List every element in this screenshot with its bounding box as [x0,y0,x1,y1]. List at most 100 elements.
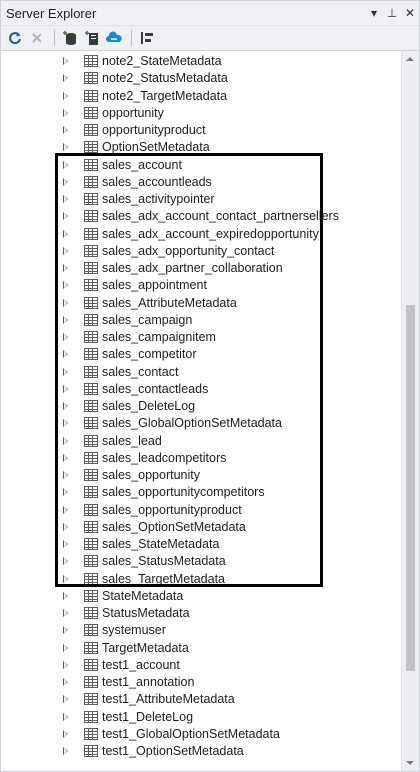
expand-arrow-icon[interactable] [63,678,68,686]
tree-node[interactable]: sales_lead [1,433,402,450]
tree-node[interactable]: sales_GlobalOptionSetMetadata [1,415,402,432]
tree-node[interactable]: sales_leadcompetitors [1,450,402,467]
expand-arrow-icon[interactable] [63,402,68,410]
scroll-down-arrow-icon[interactable] [406,761,414,765]
tree-node[interactable]: test1_DeleteLog [1,709,402,726]
expand-arrow-icon[interactable] [63,177,68,186]
expand-arrow-icon[interactable] [63,298,68,307]
tree-node[interactable]: sales_OptionSetMetadata [1,519,402,536]
expand-arrow-icon[interactable] [63,695,68,704]
tree-node[interactable]: StateMetadata [1,588,402,605]
expand-arrow-icon[interactable] [63,591,68,600]
tree-node[interactable]: systemuser [1,622,402,639]
scroll-thumb[interactable] [406,305,415,671]
tree-node[interactable]: test1_AttributeMetadata [1,691,402,708]
close-button[interactable]: ✕ [401,3,419,23]
expand-arrow-icon[interactable] [63,747,68,755]
refresh-icon[interactable] [5,28,25,48]
expand-arrow-icon[interactable] [63,264,68,272]
expand-arrow-icon[interactable] [63,419,68,428]
expand-arrow-icon[interactable] [63,367,68,376]
tree-node[interactable]: test1_OptionSetMetadata [1,743,402,760]
tree-node[interactable]: sales_opportunity [1,467,402,484]
connect-server-icon[interactable] [82,28,102,48]
tree-node[interactable]: opportunity [1,105,402,122]
tree-node[interactable]: TargetMetadata [1,640,402,657]
tree-node[interactable]: sales_DeleteLog [1,398,402,415]
table-icon [84,279,98,292]
expand-arrow-icon[interactable] [63,212,68,221]
expand-arrow-icon[interactable] [63,229,68,238]
expand-arrow-icon[interactable] [63,246,68,255]
tree-node[interactable]: sales_StatusMetadata [1,553,402,570]
properties-icon[interactable] [137,28,157,48]
tree-node-label: sales_opportunityproduct [102,502,242,517]
window-menu-button[interactable]: ▾ [365,3,383,23]
tree-node[interactable]: note2_TargetMetadata [1,88,402,105]
expand-arrow-icon[interactable] [63,281,68,290]
expand-arrow-icon[interactable] [63,609,68,617]
tree-node[interactable]: sales_AttributeMetadata [1,295,402,312]
tree-node[interactable]: sales_contactleads [1,381,402,398]
expand-arrow-icon[interactable] [63,712,68,721]
tree-node[interactable]: sales_opportunityproduct [1,502,402,519]
expand-arrow-icon[interactable] [63,540,68,548]
tree-node[interactable]: sales_adx_partner_collaboration [1,260,402,277]
tree-node[interactable]: sales_competitor [1,346,402,363]
expand-arrow-icon[interactable] [63,333,68,341]
expand-arrow-icon[interactable] [63,453,68,462]
tree-node[interactable]: StatusMetadata [1,605,402,622]
expand-arrow-icon[interactable] [63,488,68,497]
expand-arrow-icon[interactable] [63,729,68,738]
tree-node[interactable]: sales_adx_account_contact_partnersellers [1,208,402,225]
expand-arrow-icon[interactable] [63,471,68,479]
expand-arrow-icon[interactable] [63,126,68,134]
tree-node[interactable]: sales_account [1,157,402,174]
expand-arrow-icon[interactable] [63,91,68,100]
tree-node[interactable]: sales_accountleads [1,174,402,191]
tree-node[interactable]: sales_campaignitem [1,329,402,346]
tree-node[interactable]: sales_appointment [1,277,402,294]
tree-node[interactable]: sales_contact [1,364,402,381]
tree-node[interactable]: sales_TargetMetadata [1,571,402,588]
tree-node[interactable]: note2_StatusMetadata [1,70,402,87]
scroll-up-arrow-icon[interactable] [406,57,414,61]
expand-arrow-icon[interactable] [63,574,68,583]
expand-arrow-icon[interactable] [63,315,68,324]
tree-node[interactable]: test1_annotation [1,674,402,691]
expand-arrow-icon[interactable] [63,505,68,514]
table-icon [84,624,98,637]
tree-node[interactable]: sales_campaign [1,312,402,329]
expand-arrow-icon[interactable] [63,160,68,169]
expand-arrow-icon[interactable] [63,57,68,65]
expand-arrow-icon[interactable] [63,384,68,393]
pin-button[interactable]: ⊥ [383,3,401,23]
vertical-scrollbar[interactable] [401,51,419,771]
tree-node[interactable]: note2_StateMetadata [1,53,402,70]
tree-node[interactable]: OptionSetMetadata [1,139,402,156]
tree-node[interactable]: sales_adx_opportunity_contact [1,243,402,260]
expand-arrow-icon[interactable] [63,522,68,531]
expand-arrow-icon[interactable] [63,108,68,117]
expand-arrow-icon[interactable] [63,643,68,652]
expand-arrow-icon[interactable] [63,660,68,669]
tree-node[interactable]: opportunityproduct [1,122,402,139]
tree-node-label: sales_TargetMetadata [102,571,225,586]
stop-icon[interactable] [27,28,47,48]
expand-arrow-icon[interactable] [63,350,68,359]
tree-node[interactable]: sales_opportunitycompetitors [1,484,402,501]
connect-database-icon[interactable] [60,28,80,48]
connect-azure-icon[interactable] [104,28,124,48]
tree-node[interactable]: sales_adx_account_expiredopportunity [1,226,402,243]
tree-node[interactable]: test1_GlobalOptionSetMetadata [1,726,402,743]
expand-arrow-icon[interactable] [63,626,68,635]
tree-node[interactable]: test1_account [1,657,402,674]
expand-arrow-icon[interactable] [63,195,68,203]
expand-arrow-icon[interactable] [63,557,68,566]
tree-node[interactable]: sales_StateMetadata [1,536,402,553]
tree-node-label: sales_campaignitem [102,330,216,344]
tree-node[interactable]: sales_activitypointer [1,191,402,208]
expand-arrow-icon[interactable] [63,143,68,152]
expand-arrow-icon[interactable] [63,436,68,445]
expand-arrow-icon[interactable] [63,74,68,83]
